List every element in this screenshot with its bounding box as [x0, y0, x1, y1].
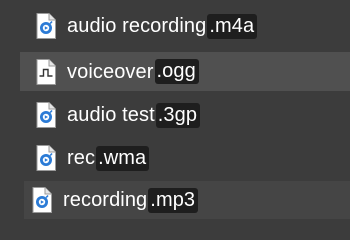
file-name: rec .wma [67, 145, 150, 171]
media-player-icon [36, 145, 56, 171]
file-row-rec[interactable]: rec .wma [0, 140, 350, 176]
file-row-audio-test[interactable]: audio test .3gp [0, 97, 350, 133]
audio-wave-icon [36, 58, 56, 85]
media-player-icon [32, 187, 52, 213]
file-row-voiceover[interactable]: voiceover .ogg [20, 52, 350, 91]
file-extension: .mp3 [148, 187, 199, 213]
file-base-name: recording [63, 189, 148, 211]
file-base-name: audio test [67, 104, 155, 126]
file-list: audio recording .m4a voiceover .ogg audi… [0, 0, 350, 230]
file-row-recording[interactable]: recording .mp3 [24, 181, 350, 219]
file-row-audio-recording[interactable]: audio recording .m4a [0, 8, 350, 44]
file-extension: .ogg [154, 59, 199, 84]
file-name: recording .mp3 [63, 187, 199, 213]
file-extension: .3gp [155, 102, 201, 128]
file-name: audio recording .m4a [67, 13, 258, 39]
media-player-icon [36, 102, 56, 128]
file-name: audio test .3gp [67, 102, 201, 128]
file-base-name: rec [67, 147, 96, 169]
media-player-icon [36, 13, 56, 39]
file-extension: .wma [96, 145, 150, 171]
file-base-name: voiceover [67, 60, 154, 83]
file-name: voiceover .ogg [67, 59, 199, 84]
file-base-name: audio recording [67, 15, 207, 37]
file-extension: .m4a [207, 13, 258, 39]
